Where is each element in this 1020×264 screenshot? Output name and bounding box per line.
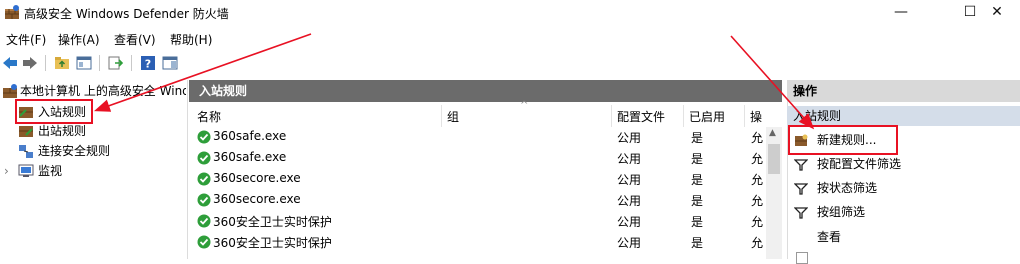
arrow-to-inbound-rules [93, 33, 312, 112]
arrow-to-new-rule [730, 35, 815, 130]
annotation-arrows [93, 33, 815, 130]
